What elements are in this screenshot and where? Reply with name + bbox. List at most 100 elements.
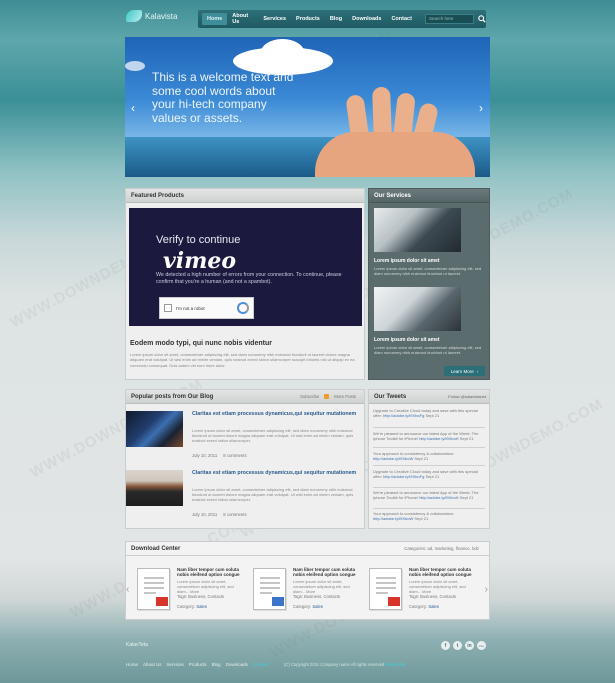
linkedin-icon[interactable]: in	[465, 641, 474, 650]
footer-link-blog[interactable]: Blog	[212, 662, 221, 667]
slider-prev-button[interactable]: ‹	[131, 101, 135, 115]
search-button[interactable]	[477, 14, 486, 24]
blog-post: Claritas est etiam processus dynamicus,q…	[126, 411, 364, 469]
footer-link-downloads[interactable]: Downloads	[226, 662, 248, 667]
download-title[interactable]: Nam liber tempor cum soluta nobis eleife…	[177, 567, 245, 577]
blog-panel: Popular posts from Our Blog Subscribe Mo…	[125, 389, 365, 529]
tweet-item: We're pleased to announce our latest App…	[373, 490, 485, 500]
subscribe-link[interactable]: Subscribe	[300, 394, 319, 399]
nav-item-downloads[interactable]: Downloads	[347, 13, 386, 25]
rss-icon[interactable]: rss	[477, 641, 486, 650]
designer-link[interactable]: KalavVista	[385, 662, 405, 667]
tweet-item: Your approach to consistency & collabora…	[373, 511, 485, 521]
tweet-divider	[373, 465, 485, 466]
nav-item-about-us[interactable]: About Us	[227, 10, 258, 28]
document-icon[interactable]	[137, 568, 170, 610]
captcha-checkbox[interactable]	[164, 304, 172, 312]
cloud-shape	[260, 39, 305, 69]
slider-caption: This is a welcome text and some cool wor…	[152, 70, 294, 125]
chevron-right-icon[interactable]: ›	[485, 584, 488, 595]
download-categories[interactable]: Categories: ad, marketing, finance, bdz	[404, 546, 479, 551]
services-panel: Our Services Lorem ipsum dolor sit amet …	[368, 188, 490, 380]
tweet-divider	[373, 447, 485, 448]
captcha-label: I'm not a robot	[176, 305, 205, 311]
blog-links: Subscribe More Posts	[300, 394, 356, 399]
post-comments[interactable]: 8 comments	[223, 453, 246, 458]
category-link[interactable]: Sales	[428, 604, 438, 609]
nav-item-contact[interactable]: Contact	[386, 13, 416, 25]
document-icon[interactable]	[369, 568, 402, 610]
tweet-divider	[373, 427, 485, 428]
download-category: Category: Sales	[177, 604, 207, 609]
tweet-link[interactable]: http://adobe.ly/i9XboFg	[383, 474, 424, 479]
download-item: Nam liber tempor cum soluta nobis eleife…	[132, 567, 244, 617]
featured-post-text: Lorem ipsum dolor sit amet, consectetuer…	[130, 352, 355, 368]
footer-link-contact[interactable]: Contact	[253, 662, 269, 667]
video-embed[interactable]: Verify to continue vimeo We detected a h…	[129, 208, 362, 326]
tweet-time: Sept 21	[425, 413, 440, 419]
category-label: Category:	[409, 604, 428, 609]
facebook-icon[interactable]: f	[441, 641, 450, 650]
download-tags: Tags: Business, Contacts	[293, 594, 341, 599]
post-excerpt: Lorem ipsum dolor sit amet, consectetuer…	[192, 487, 354, 503]
tweet-link[interactable]: http://adobe.ly/i9XboH	[419, 436, 458, 441]
category-link[interactable]: Sales	[196, 604, 206, 609]
post-comments[interactable]: 8 comments	[223, 512, 246, 517]
tweet-time: Sept 21	[459, 436, 474, 442]
search-input[interactable]: Search here	[424, 14, 475, 24]
rss-icon[interactable]	[324, 394, 330, 399]
learn-more-button[interactable]: Learn More ›	[444, 366, 485, 376]
service-text: Lorem ipsum dolor sit amet, consectetuer…	[374, 266, 482, 276]
footer-link-about-us[interactable]: About Us	[143, 662, 162, 667]
download-description: Lorem ipsum dolor sit amet, consectetuer…	[409, 579, 466, 594]
category-link[interactable]: Sales	[312, 604, 322, 609]
footer-link-services[interactable]: Services	[167, 662, 184, 667]
follow-link[interactable]: Follow @kalavistanet	[448, 394, 486, 399]
download-category: Category: Sales	[293, 604, 323, 609]
captcha-widget[interactable]: I'm not a robot	[159, 297, 254, 319]
tweet-item: We're pleased to announce our latest App…	[373, 431, 485, 441]
service-title[interactable]: Lorem ipsum dolor sit amet	[374, 258, 440, 264]
download-title[interactable]: Nam liber tempor cum soluta nobis eleife…	[409, 567, 477, 577]
search-icon	[477, 15, 486, 23]
social-links: f t in rss	[441, 641, 486, 650]
nav-item-home[interactable]: Home	[202, 13, 228, 25]
tweet-time: Sept 21	[459, 495, 474, 501]
document-icon[interactable]	[253, 568, 286, 610]
chevron-left-icon[interactable]: ‹	[126, 584, 129, 595]
tweet-time: Sept 21	[414, 456, 429, 462]
logo-mark-icon	[126, 10, 142, 22]
service-title[interactable]: Lorem ipsum dolor sit amet	[374, 337, 440, 343]
featured-post-title[interactable]: Eodem modo typi, qui nunc nobis videntur	[130, 340, 272, 347]
tweet-divider	[373, 487, 485, 488]
twitter-icon[interactable]: t	[453, 641, 462, 650]
category-label: Category:	[293, 604, 312, 609]
tweet-link[interactable]: http://adobe.ly/i9XboFg	[383, 413, 424, 418]
site-logo[interactable]: Kalavista	[126, 10, 177, 22]
tweet-link[interactable]: http://adobe.ly/i9XboH	[419, 495, 458, 500]
chevron-right-icon: ›	[476, 368, 479, 374]
footer-link-home[interactable]: Home	[126, 662, 138, 667]
download-title[interactable]: Nam liber tempor cum soluta nobis eleife…	[293, 567, 361, 577]
category-label: Category:	[177, 604, 196, 609]
tweet-time: Sept 21	[414, 516, 429, 522]
post-thumbnail-laptop[interactable]	[126, 411, 183, 447]
blog-post: Claritas est etiam processus dynamicus,q…	[126, 470, 364, 528]
post-title[interactable]: Claritas est etiam processus dynamicus,q…	[192, 470, 362, 477]
logo-text: Kalavista	[145, 11, 178, 21]
tweet-link[interactable]: http://adobe.ly/i9XboW	[373, 456, 413, 461]
video-verify-title: Verify to continue	[156, 234, 241, 246]
tweet-link[interactable]: http://adobe.ly/i9XboW	[373, 516, 413, 521]
download-tags: Tags: Business, Contacts	[409, 594, 457, 599]
download-item: Nam liber tempor cum soluta nobis eleife…	[364, 567, 476, 617]
nav-item-products[interactable]: Products	[291, 13, 325, 25]
footer-link-products[interactable]: Products	[189, 662, 207, 667]
slider-next-button[interactable]: ›	[479, 101, 483, 115]
more-posts-link[interactable]: More Posts	[334, 394, 356, 399]
nav-item-services[interactable]: Services	[258, 13, 291, 25]
post-thumbnail-person[interactable]	[126, 470, 183, 506]
nav-item-blog[interactable]: Blog	[325, 13, 347, 25]
post-title[interactable]: Claritas est etiam processus dynamicus,q…	[192, 411, 362, 418]
copyright-text: (C) Copyright 2011 Company name All righ…	[284, 662, 385, 667]
cloud-shape	[125, 61, 145, 71]
